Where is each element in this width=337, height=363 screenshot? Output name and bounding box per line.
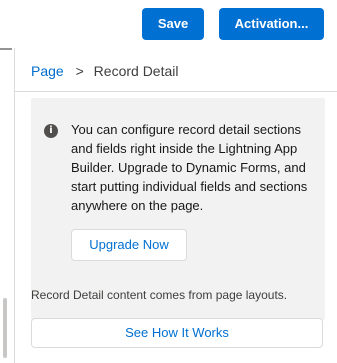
top-toolbar: Save Activation... xyxy=(0,0,337,48)
divider xyxy=(15,91,337,92)
record-detail-footnote: Record Detail content comes from page la… xyxy=(31,288,288,302)
breadcrumb-page-link[interactable]: Page xyxy=(31,63,64,79)
breadcrumb-separator: > xyxy=(75,63,84,79)
canvas-edge xyxy=(0,48,15,363)
info-message: You can configure record detail sections… xyxy=(71,122,308,213)
breadcrumb-current: Record Detail xyxy=(93,63,179,79)
properties-panel: Page > Record Detail i You can configure… xyxy=(15,48,337,363)
info-icon: i xyxy=(44,124,58,138)
upgrade-now-button[interactable]: Upgrade Now xyxy=(71,229,187,261)
save-button[interactable]: Save xyxy=(142,8,204,40)
canvas-scrollbar[interactable] xyxy=(3,298,7,358)
activation-button[interactable]: Activation... xyxy=(219,8,324,40)
canvas-edge-marker xyxy=(0,48,12,50)
see-how-it-works-button[interactable]: See How It Works xyxy=(31,318,323,348)
breadcrumb: Page > Record Detail xyxy=(31,62,179,80)
